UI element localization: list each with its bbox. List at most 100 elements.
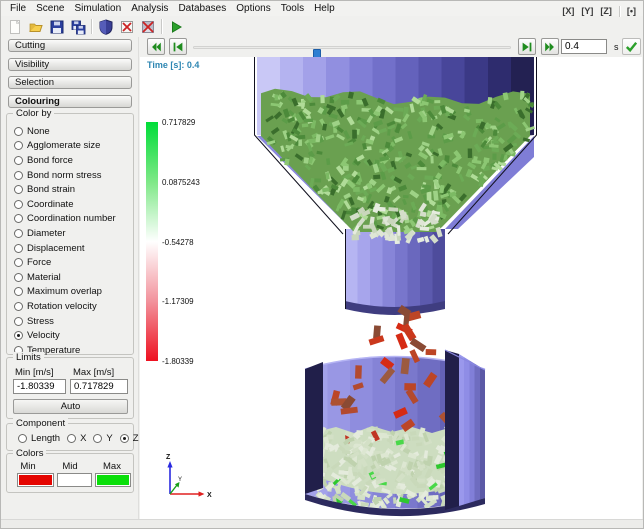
menu-item-analysis[interactable]: Analysis: [126, 2, 173, 15]
limits-group: Limits Min [m/s] Max [m/s] Auto: [6, 357, 134, 419]
new-file-button[interactable]: [4, 17, 25, 36]
radio-label: Z: [133, 433, 139, 444]
color-by-option-bond-norm-stress[interactable]: Bond norm stress: [7, 168, 133, 183]
toolbar-separator: [91, 19, 92, 34]
menu-item-simulation[interactable]: Simulation: [69, 2, 126, 15]
color-by-option-force[interactable]: Force: [7, 255, 133, 270]
time-control-bar: s: [140, 37, 643, 57]
fast-forward-button[interactable]: [541, 38, 559, 55]
status-bar: [1, 519, 643, 528]
radio-button[interactable]: [14, 185, 23, 194]
component-option-length[interactable]: Length: [14, 432, 60, 444]
radio-label: Material: [27, 272, 61, 283]
delete-cross-button[interactable]: [116, 17, 137, 36]
viewport-3d[interactable]: ZXY Time [s]: 0.4 0.7178290.0875243-0.54…: [140, 57, 642, 521]
radio-button[interactable]: [18, 434, 27, 443]
min-limit-input[interactable]: [13, 379, 66, 394]
menu-item-tools[interactable]: Tools: [276, 2, 309, 15]
step-backward-button[interactable]: [169, 38, 187, 55]
z-axis-label: Z: [166, 454, 171, 461]
max-limit-input[interactable]: [70, 379, 128, 394]
color-by-option-coordination-number[interactable]: Coordination number: [7, 212, 133, 227]
menu-item-scene[interactable]: Scene: [31, 2, 69, 15]
sidebar-section-visibility[interactable]: Visibility: [8, 58, 132, 71]
save-all-button[interactable]: [67, 17, 88, 36]
radio-button[interactable]: [14, 273, 23, 282]
radio-button[interactable]: [67, 434, 76, 443]
view-x-button[interactable]: [X]: [560, 5, 576, 17]
sidebar-section-colouring[interactable]: Colouring: [8, 95, 132, 108]
color-by-option-displacement[interactable]: Displacement: [7, 241, 133, 256]
play-button[interactable]: [165, 17, 186, 36]
radio-button[interactable]: [14, 127, 23, 136]
component-option-y[interactable]: Y: [89, 432, 112, 444]
delete-cross-icon: [119, 19, 135, 35]
color-by-option-velocity[interactable]: Velocity: [7, 328, 133, 343]
auto-limits-button[interactable]: Auto: [13, 399, 128, 414]
radio-button[interactable]: [14, 317, 23, 326]
view-fit-button[interactable]: [•]: [625, 5, 638, 17]
y-axis-label: Y: [178, 477, 182, 483]
color-by-option-bond-force[interactable]: Bond force: [7, 153, 133, 168]
shield-button[interactable]: [95, 17, 116, 36]
time-input[interactable]: [561, 39, 607, 54]
color-scale-label: 0.717829: [162, 118, 195, 127]
open-button[interactable]: [25, 17, 46, 36]
fast-backward-button[interactable]: [147, 38, 165, 55]
radio-label: Maximum overlap: [27, 286, 102, 297]
step-forward-button[interactable]: [518, 38, 536, 55]
radio-button[interactable]: [14, 302, 23, 311]
apply-time-button[interactable]: [622, 38, 641, 55]
radio-button[interactable]: [14, 258, 23, 267]
color-swatch-min[interactable]: [17, 473, 54, 487]
radio-button[interactable]: [93, 434, 102, 443]
time-slider-track[interactable]: [193, 46, 511, 49]
save-button[interactable]: [46, 17, 67, 36]
radio-button[interactable]: [14, 244, 23, 253]
color-by-option-material[interactable]: Material: [7, 270, 133, 285]
color-swatch-mid[interactable]: [57, 473, 92, 487]
color-by-option-none[interactable]: None: [7, 124, 133, 139]
color-by-option-stress[interactable]: Stress: [7, 314, 133, 329]
radio-button[interactable]: [14, 171, 23, 180]
color-swatch-max[interactable]: [95, 473, 131, 487]
menu-item-file[interactable]: File: [5, 2, 31, 15]
radio-label: Diameter: [27, 228, 66, 239]
component-title: Component: [13, 418, 68, 429]
color-by-option-maximum-overlap[interactable]: Maximum overlap: [7, 285, 133, 300]
menu-bar: FileSceneSimulationAnalysisDatabasesOpti…: [1, 1, 643, 16]
radio-label: Coordination number: [27, 213, 116, 224]
sidebar-section-selection[interactable]: Selection: [8, 76, 132, 89]
toolbar-separator: [161, 19, 162, 34]
view-y-button[interactable]: [Y]: [579, 5, 595, 17]
radio-label: Stress: [27, 316, 54, 327]
radio-button[interactable]: [14, 331, 23, 340]
delete-save-button[interactable]: [137, 17, 158, 36]
component-option-x[interactable]: X: [63, 432, 86, 444]
radio-label: Velocity: [27, 330, 60, 341]
radio-button[interactable]: [14, 287, 23, 296]
color-scale-label: 0.0875243: [162, 178, 200, 187]
save-icon: [49, 19, 65, 35]
color-by-option-diameter[interactable]: Diameter: [7, 226, 133, 241]
color-by-option-bond-strain[interactable]: Bond strain: [7, 182, 133, 197]
x-axis-label: X: [207, 492, 212, 499]
simulation-3d-scene[interactable]: Z X Y: [140, 57, 642, 521]
radio-button[interactable]: [14, 200, 23, 209]
component-option-z[interactable]: Z: [116, 432, 139, 444]
menu-item-options[interactable]: Options: [231, 2, 275, 15]
sidebar-section-cutting[interactable]: Cutting: [8, 39, 132, 52]
view-z-button[interactable]: [Z]: [598, 5, 614, 17]
menu-item-databases[interactable]: Databases: [173, 2, 231, 15]
radio-button[interactable]: [120, 434, 129, 443]
radio-button[interactable]: [14, 229, 23, 238]
menu-item-help[interactable]: Help: [309, 2, 340, 15]
color-by-option-agglomerate-size[interactable]: Agglomerate size: [7, 139, 133, 154]
radio-button[interactable]: [14, 141, 23, 150]
radio-button[interactable]: [14, 214, 23, 223]
color-by-option-rotation-velocity[interactable]: Rotation velocity: [7, 299, 133, 314]
toolbar: [1, 16, 643, 37]
radio-button[interactable]: [14, 156, 23, 165]
radio-label: Bond norm stress: [27, 170, 101, 181]
color-by-option-coordinate[interactable]: Coordinate: [7, 197, 133, 212]
